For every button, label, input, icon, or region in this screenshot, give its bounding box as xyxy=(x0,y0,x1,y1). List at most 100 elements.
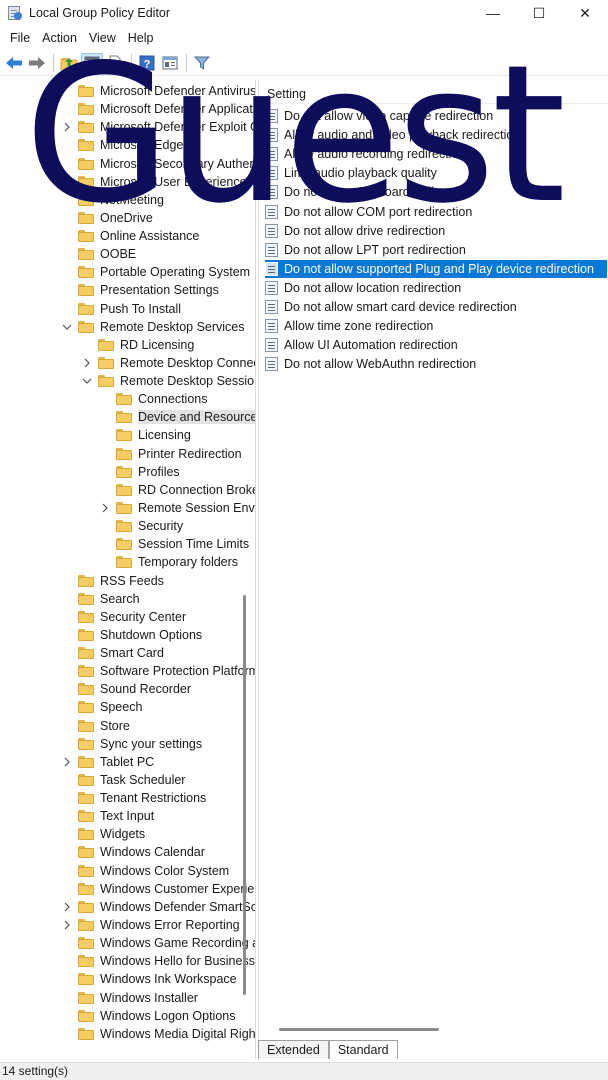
tree-item[interactable]: Speech xyxy=(62,698,142,716)
setting-row[interactable]: Do not allow drive redirection xyxy=(265,222,607,240)
chevron-right-icon[interactable] xyxy=(100,499,110,517)
chevron-right-icon[interactable] xyxy=(62,118,72,136)
close-button[interactable]: ✕ xyxy=(562,0,608,26)
tree-item[interactable]: RD Connection Broker xyxy=(100,481,256,499)
tree-item[interactable]: Tenant Restrictions xyxy=(62,789,206,807)
tree-item[interactable]: Device and Resource Redirection xyxy=(100,408,255,426)
tab-extended[interactable]: Extended xyxy=(258,1040,329,1059)
tree-item[interactable]: Security xyxy=(100,517,183,535)
tree-item[interactable]: NetMeeting xyxy=(62,191,164,209)
tree-item[interactable]: Remote Session Environment xyxy=(100,499,255,517)
tree-item[interactable]: Session Time Limits xyxy=(100,535,249,553)
tree-item[interactable]: Windows Hello for Business xyxy=(62,952,255,970)
tree-item[interactable]: Security Center xyxy=(62,608,186,626)
tree-item[interactable]: Windows Customer Experience Improvement … xyxy=(62,880,255,898)
menu-view[interactable]: View xyxy=(83,28,122,49)
tree-item[interactable]: Remote Desktop Services xyxy=(62,318,245,336)
tree-item[interactable]: Text Input xyxy=(62,807,154,825)
tree-item[interactable]: Connections xyxy=(100,390,208,408)
tree-item[interactable]: Microsoft Defender Exploit Guard xyxy=(62,118,255,136)
chevron-right-icon[interactable] xyxy=(62,898,72,916)
setting-row[interactable]: Do not allow smart card device redirecti… xyxy=(265,298,607,316)
tree-item[interactable]: Licensing xyxy=(100,426,191,444)
menu-file[interactable]: File xyxy=(4,28,36,49)
tree-item[interactable]: RD Licensing xyxy=(82,336,194,354)
setting-row[interactable]: Do not allow WebAuthn redirection xyxy=(265,355,607,373)
tab-standard[interactable]: Standard xyxy=(328,1040,398,1059)
tree-item[interactable]: Profiles xyxy=(100,463,180,481)
setting-row[interactable]: Allow audio and video playback redirecti… xyxy=(265,126,607,144)
properties-icon[interactable] xyxy=(159,53,181,73)
chevron-right-icon[interactable] xyxy=(62,173,72,191)
minimize-button[interactable]: — xyxy=(470,0,516,26)
tree-item[interactable]: Windows Media Digital Rights Management xyxy=(62,1025,255,1043)
settings-list[interactable]: Setting Do not allow video capture redir… xyxy=(258,80,608,1040)
tree-item[interactable]: Microsoft Secondary Authentication Facto… xyxy=(62,155,255,173)
tree-item[interactable]: Windows Installer xyxy=(62,989,198,1007)
tree-item[interactable]: Microsoft Defender Application Guard xyxy=(62,100,255,118)
tree-item[interactable]: Windows Defender SmartScreen xyxy=(62,898,255,916)
show-hide-tree-icon[interactable] xyxy=(81,53,103,73)
menu-help[interactable]: Help xyxy=(122,28,160,49)
tree-item[interactable]: Windows Game Recording and Broadcasting xyxy=(62,934,255,952)
tree-item[interactable]: Microsoft User Experience Virtualization xyxy=(62,173,255,191)
filter-icon[interactable] xyxy=(191,53,213,73)
menu-action[interactable]: Action xyxy=(36,28,83,49)
export-list-icon[interactable] xyxy=(104,53,126,73)
tree-item[interactable]: Widgets xyxy=(62,825,145,843)
setting-row[interactable]: Allow time zone redirection xyxy=(265,317,607,335)
tree-item[interactable]: Microsoft Edge xyxy=(62,136,183,154)
back-icon[interactable] xyxy=(3,53,25,73)
tree-item[interactable]: Windows Ink Workspace xyxy=(62,970,237,988)
tree-item[interactable]: Push To Install xyxy=(62,300,181,318)
tree-item[interactable]: Tablet PC xyxy=(62,753,154,771)
setting-row[interactable]: Do not allow location redirection xyxy=(265,279,607,297)
tree-item[interactable]: Sound Recorder xyxy=(62,680,191,698)
tree-item[interactable]: OneDrive xyxy=(62,209,153,227)
tree-item-label: RD Connection Broker xyxy=(138,482,256,497)
setting-row[interactable]: Do not allow COM port redirection xyxy=(265,203,607,221)
console-tree[interactable]: Microsoft Defender Antivirus Microsoft De… xyxy=(0,80,256,1059)
setting-row[interactable]: Do not allow supported Plug and Play dev… xyxy=(265,259,607,278)
tree-item[interactable]: Online Assistance xyxy=(62,227,199,245)
chevron-down-icon[interactable] xyxy=(82,372,92,390)
tree-item[interactable]: Printer Redirection xyxy=(100,445,242,463)
tree-item[interactable]: Portable Operating System xyxy=(62,263,250,281)
tree-item[interactable]: Temporary folders xyxy=(100,553,238,571)
tree-item[interactable]: Windows Error Reporting xyxy=(62,916,240,934)
up-folder-icon[interactable] xyxy=(58,53,80,73)
chevron-right-icon[interactable] xyxy=(82,354,92,372)
setting-row[interactable]: Do not allow video capture redirection xyxy=(265,107,607,125)
tree-item[interactable]: RSS Feeds xyxy=(62,572,164,590)
tree-item[interactable]: Windows Color System xyxy=(62,862,229,880)
tree-item[interactable]: OOBE xyxy=(62,245,136,263)
tree-item[interactable]: Sync your settings xyxy=(62,735,202,753)
forward-icon[interactable] xyxy=(26,53,48,73)
maximize-button[interactable]: ☐ xyxy=(516,0,562,26)
tree-item[interactable]: Software Protection Platform xyxy=(62,662,255,680)
tree-item[interactable]: Presentation Settings xyxy=(62,281,219,299)
tree-item[interactable]: Windows Logon Options xyxy=(62,1007,236,1025)
setting-row[interactable]: Do not allow LPT port redirection xyxy=(265,241,607,259)
chevron-down-icon[interactable] xyxy=(62,318,72,336)
tree-scrollbar[interactable] xyxy=(243,595,246,995)
setting-row[interactable]: Allow UI Automation redirection xyxy=(265,336,607,354)
chevron-right-icon[interactable] xyxy=(62,916,72,934)
help-icon[interactable]: ? xyxy=(136,53,158,73)
setting-row[interactable]: Allow audio recording redirection xyxy=(265,145,607,163)
column-header-setting[interactable]: Setting xyxy=(259,84,608,104)
tree-item[interactable]: Smart Card xyxy=(62,644,164,662)
tree-item[interactable]: Task Scheduler xyxy=(62,771,185,789)
setting-row[interactable]: Limit audio playback quality xyxy=(265,164,607,182)
tree-item[interactable]: Search xyxy=(62,590,140,608)
chevron-right-icon[interactable] xyxy=(62,753,72,771)
tree-item[interactable]: Store xyxy=(62,717,130,735)
tree-item[interactable]: Remote Desktop Session Host xyxy=(82,372,255,390)
tree-item[interactable]: Windows Calendar xyxy=(62,843,205,861)
tree-item[interactable]: Shutdown Options xyxy=(62,626,202,644)
tree-item[interactable]: Remote Desktop Connection Client xyxy=(82,354,255,372)
tree-item[interactable]: Microsoft Defender Antivirus xyxy=(62,82,255,100)
setting-row[interactable]: Do not allow Clipboard redirection xyxy=(265,183,607,201)
list-horizontal-scrollbar[interactable] xyxy=(279,1028,439,1031)
